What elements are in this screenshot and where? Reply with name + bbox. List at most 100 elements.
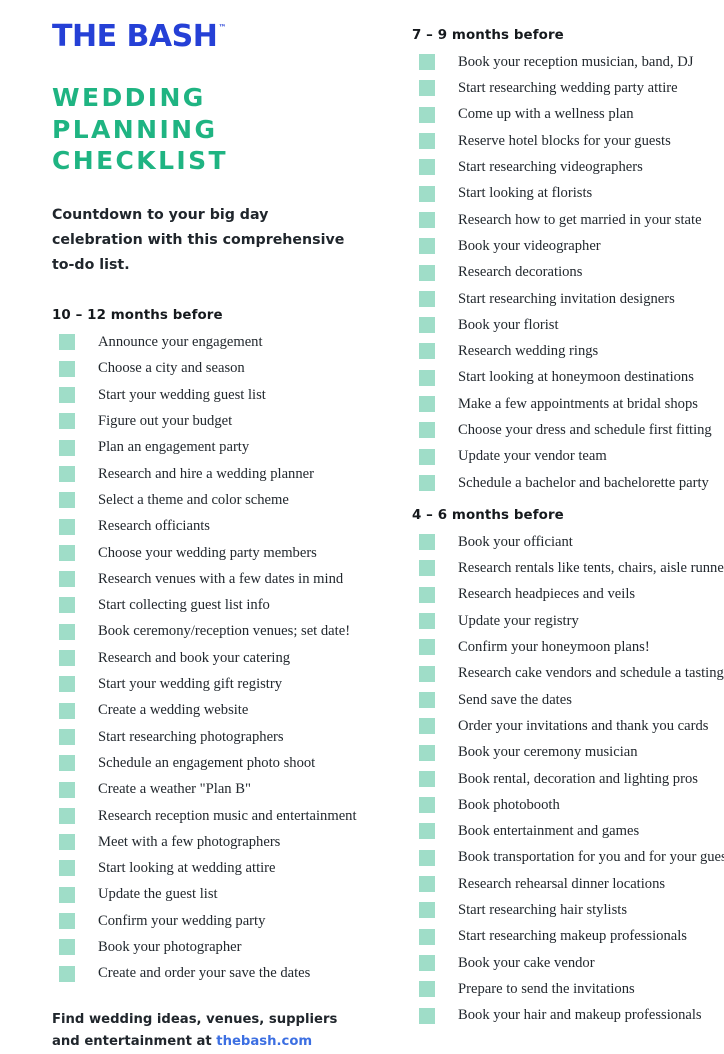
checkbox-icon[interactable] [419,902,435,919]
checklist-item[interactable]: Confirm your wedding party [52,908,360,934]
checkbox-icon[interactable] [59,360,75,377]
checkbox-icon[interactable] [419,133,435,150]
checkbox-icon[interactable] [419,264,435,281]
thebash-link[interactable]: thebash.com [216,1034,312,1049]
checkbox-icon[interactable] [419,639,435,656]
checkbox-icon[interactable] [59,334,75,351]
checkbox-icon[interactable] [59,728,75,745]
checkbox-icon[interactable] [419,1007,435,1024]
checkbox-icon[interactable] [59,755,75,772]
checklist-item[interactable]: Research how to get married in your stat… [412,207,724,233]
checklist-item[interactable]: Book ceremony/reception venues; set date… [52,619,360,645]
checklist-item[interactable]: Book your videographer [412,233,724,259]
checkbox-icon[interactable] [59,676,75,693]
checkbox-icon[interactable] [59,465,75,482]
checkbox-icon[interactable] [419,797,435,814]
checklist-item[interactable]: Create a wedding website [52,698,360,724]
checkbox-icon[interactable] [419,876,435,893]
checkbox-icon[interactable] [419,560,435,577]
checkbox-icon[interactable] [59,860,75,877]
checklist-item[interactable]: Start researching hair stylists [412,897,724,923]
checkbox-icon[interactable] [419,211,435,228]
checklist-item[interactable]: Update the guest list [52,882,360,908]
checklist-item[interactable]: Research rentals like tents, chairs, ais… [412,555,724,581]
checkbox-icon[interactable] [59,413,75,430]
checkbox-icon[interactable] [59,623,75,640]
checkbox-icon[interactable] [419,744,435,761]
checkbox-icon[interactable] [59,702,75,719]
checkbox-icon[interactable] [419,80,435,97]
checkbox-icon[interactable] [419,474,435,491]
checkbox-icon[interactable] [419,665,435,682]
checklist-item[interactable]: Research and hire a wedding planner [52,461,360,487]
checklist-item[interactable]: Reserve hotel blocks for your guests [412,128,724,154]
checkbox-icon[interactable] [59,492,75,509]
checkbox-icon[interactable] [419,290,435,307]
checklist-item[interactable]: Start researching invitation designers [412,286,724,312]
checkbox-icon[interactable] [419,422,435,439]
checklist-item[interactable]: Research rehearsal dinner locations [412,871,724,897]
checkbox-icon[interactable] [59,886,75,903]
checklist-item[interactable]: Select a theme and color scheme [52,487,360,513]
checklist-item[interactable]: Schedule an engagement photo shoot [52,750,360,776]
checkbox-icon[interactable] [419,369,435,386]
checklist-item[interactable]: Plan an engagement party [52,435,360,461]
checkbox-icon[interactable] [59,913,75,930]
checklist-item[interactable]: Prepare to send the invitations [412,976,724,1002]
checklist-item[interactable]: Research decorations [412,259,724,285]
checklist-item[interactable]: Book rental, decoration and lighting pro… [412,766,724,792]
checkbox-icon[interactable] [59,571,75,588]
checklist-item[interactable]: Order your invitations and thank you car… [412,713,724,739]
checklist-item[interactable]: Book your officiant [412,529,724,555]
checkbox-icon[interactable] [59,807,75,824]
checklist-item[interactable]: Book transportation for you and for your… [412,845,724,871]
checklist-item[interactable]: Book your ceremony musician [412,739,724,765]
checkbox-icon[interactable] [59,544,75,561]
checkbox-icon[interactable] [59,939,75,956]
checkbox-icon[interactable] [59,439,75,456]
checkbox-icon[interactable] [419,586,435,603]
checkbox-icon[interactable] [419,317,435,334]
checkbox-icon[interactable] [419,238,435,255]
checklist-item[interactable]: Research headpieces and veils [412,582,724,608]
checklist-item[interactable]: Research reception music and entertainme… [52,803,360,829]
checklist-item[interactable]: Book your hair and makeup professionals [412,1002,724,1028]
checklist-item[interactable]: Choose your wedding party members [52,540,360,566]
checklist-item[interactable]: Confirm your honeymoon plans! [412,634,724,660]
checkbox-icon[interactable] [419,54,435,71]
checklist-item[interactable]: Create and order your save the dates [52,960,360,986]
checklist-item[interactable]: Research and book your catering [52,645,360,671]
checklist-item[interactable]: Come up with a wellness plan [412,102,724,128]
checklist-item[interactable]: Start collecting guest list info [52,592,360,618]
checkbox-icon[interactable] [419,534,435,551]
checkbox-icon[interactable] [419,954,435,971]
checklist-item[interactable]: Start looking at wedding attire [52,855,360,881]
checklist-item[interactable]: Make a few appointments at bridal shops [412,391,724,417]
checklist-item[interactable]: Book your photographer [52,934,360,960]
checklist-item[interactable]: Start researching makeup professionals [412,924,724,950]
checklist-item[interactable]: Book entertainment and games [412,818,724,844]
checklist-item[interactable]: Start researching photographers [52,724,360,750]
checklist-item[interactable]: Start your wedding gift registry [52,671,360,697]
checklist-item[interactable]: Create a weather "Plan B" [52,776,360,802]
checkbox-icon[interactable] [419,770,435,787]
checklist-item[interactable]: Book your florist [412,312,724,338]
checklist-item[interactable]: Schedule a bachelor and bachelorette par… [412,470,724,496]
checkbox-icon[interactable] [59,650,75,667]
checkbox-icon[interactable] [419,343,435,360]
checklist-item[interactable]: Book your cake vendor [412,950,724,976]
checkbox-icon[interactable] [59,597,75,614]
checklist-item[interactable]: Start researching videographers [412,154,724,180]
checklist-item[interactable]: Update your registry [412,608,724,634]
checklist-item[interactable]: Book your reception musician, band, DJ [412,49,724,75]
checklist-item[interactable]: Research venues with a few dates in mind [52,566,360,592]
checklist-item[interactable]: Research officiants [52,513,360,539]
checklist-item[interactable]: Figure out your budget [52,408,360,434]
checkbox-icon[interactable] [419,823,435,840]
checkbox-icon[interactable] [419,613,435,630]
checkbox-icon[interactable] [419,691,435,708]
checklist-item[interactable]: Research wedding rings [412,338,724,364]
checkbox-icon[interactable] [59,834,75,851]
checklist-item[interactable]: Choose a city and season [52,356,360,382]
checklist-item[interactable]: Research cake vendors and schedule a tas… [412,661,724,687]
